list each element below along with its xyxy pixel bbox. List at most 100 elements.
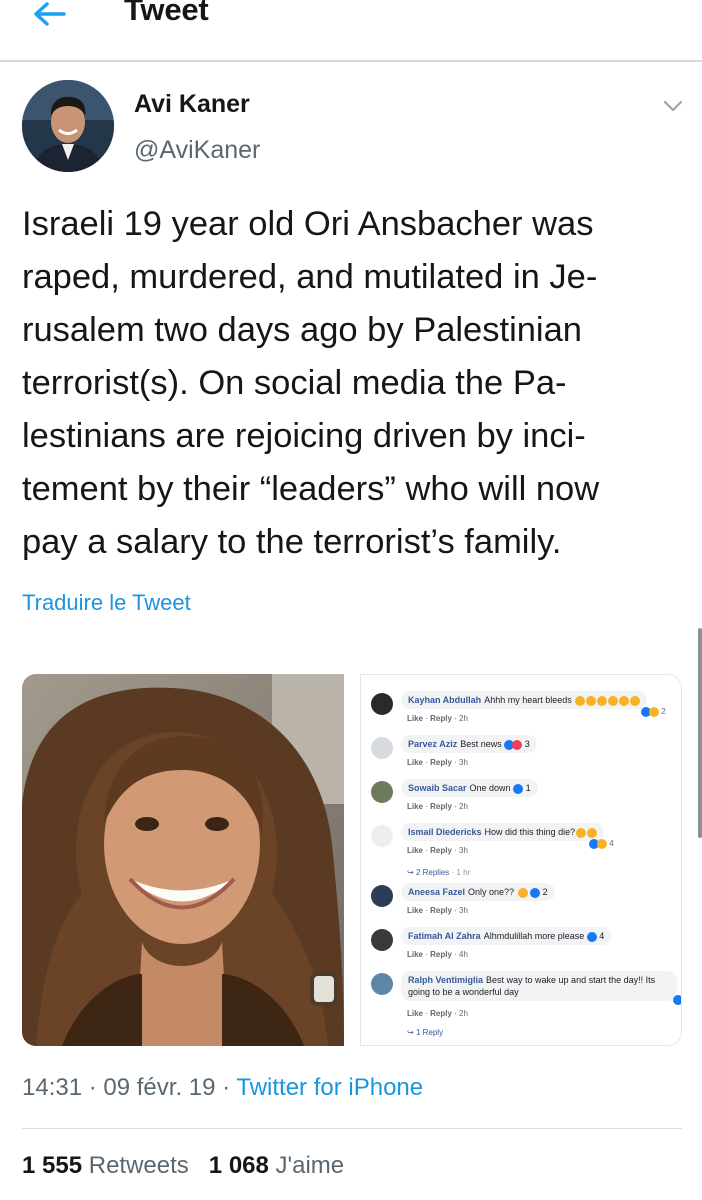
reaction-number: 4 (599, 931, 605, 941)
commenter-name: Ralph Ventimiglia (408, 975, 484, 985)
comment-meta: Like · Reply · 2h (407, 714, 468, 723)
comment-reply-link[interactable]: Reply (430, 758, 452, 767)
comment-time: 2h (459, 802, 468, 811)
tweet-line: Israeli 19 year old Ori Ansbacher was (22, 205, 594, 243)
comment-time: 3h (459, 846, 468, 855)
comment-meta: Like · Reply · 2h (407, 1009, 468, 1018)
commenter-name: Fatimah Al Zahra (408, 931, 481, 941)
comment-like-link[interactable]: Like (407, 906, 423, 915)
comment-like-link[interactable]: Like (407, 846, 423, 855)
reaction-number: 2 (542, 887, 548, 897)
portrait-image (22, 674, 344, 1046)
comment-text: Only one?? (468, 887, 515, 897)
reaction-number: 4 (609, 839, 614, 849)
commenter-name: Sowaib Sacar (408, 783, 467, 793)
scroll-indicator (698, 628, 702, 838)
tweet-stats: 1 555 Retweets 1 068 J'aime (22, 1152, 344, 1180)
tweet-client-link[interactable]: Twitter for iPhone (236, 1074, 423, 1101)
tweet-text: Israeli 19 year old Ori Ansbacher was ra… (22, 198, 694, 569)
chevron-down-icon[interactable] (662, 98, 684, 114)
commenter-avatar (371, 973, 393, 995)
retweets-stat[interactable]: 1 555 Retweets (22, 1152, 189, 1179)
likes-stat[interactable]: 1 068 J'aime (209, 1152, 344, 1179)
tweet-line: lestinians are rejoicing driven by inci- (22, 417, 586, 455)
comment-text: Best way to wake up and start the day!! … (486, 975, 656, 985)
commenter-name: Aneesa Fazel (408, 887, 466, 897)
comment-reply-link[interactable]: Reply (430, 802, 452, 811)
header-divider (0, 60, 702, 62)
comment-like-link[interactable]: Like (407, 802, 423, 811)
comment-text: One down (469, 783, 511, 793)
reaction-number: 3 (524, 739, 530, 749)
tweet-time: 14:31 (22, 1074, 83, 1101)
comment-reply-link[interactable]: Reply (430, 906, 452, 915)
top-bar: Tweet (0, 0, 702, 60)
replies-count: 2 Replies (415, 868, 450, 877)
comment-time: 3h (459, 758, 468, 767)
reaction-count (673, 995, 681, 1005)
comment-like-link[interactable]: Like (407, 1009, 423, 1018)
author-name[interactable]: Avi Kaner (134, 90, 250, 119)
comments-screenshot[interactable]: Kayhan Abdullah Ahhh my heart bleeds Like… (360, 674, 682, 1046)
tweet-media: Kayhan Abdullah Ahhh my heart bleeds Like… (22, 674, 682, 1046)
commenter-avatar (371, 737, 393, 759)
comment-reply-link[interactable]: Reply (430, 846, 452, 855)
commenter-avatar (371, 693, 393, 715)
stats-divider (22, 1128, 682, 1129)
view-replies-link[interactable]: ↪ 1 Reply (407, 1028, 443, 1037)
likes-label: J'aime (275, 1152, 345, 1179)
comment-text: How did this thing die? (484, 827, 576, 837)
tweet-date: 09 févr. 19 (103, 1074, 216, 1101)
retweets-label: Retweets (88, 1152, 189, 1179)
comment-time: 3h (459, 906, 468, 915)
comment-reply-link[interactable]: Reply (430, 950, 452, 959)
comment-meta: Like · Reply · 4h (407, 950, 468, 959)
comment-bubble: Ismail Diedericks How did this thing die? (401, 823, 605, 841)
tweet-line: rusalem two days ago by Palestinian (22, 311, 582, 349)
page-title: Tweet (124, 0, 209, 27)
commenter-name: Ismail Diedericks (408, 827, 482, 837)
comment-text: Ahhh my heart bleeds (484, 695, 572, 705)
replies-time: 1 hr (456, 868, 471, 877)
commenter-avatar (371, 929, 393, 951)
commenter-name: Kayhan Abdullah (408, 695, 482, 705)
comment-like-link[interactable]: Like (407, 758, 423, 767)
comment-bubble: Kayhan Abdullah Ahhh my heart bleeds (401, 691, 648, 709)
replies-count: 1 Reply (415, 1028, 444, 1037)
comment-time: 4h (459, 950, 468, 959)
comment-text: Best news (460, 739, 502, 749)
tweet-timestamp: 14:31 · 09 févr. 19 · Twitter for iPhone (22, 1074, 424, 1101)
comment-reply-link[interactable]: Reply (430, 1009, 452, 1018)
commenter-name: Parvez Aziz (408, 739, 458, 749)
reaction-number: 2 (661, 707, 666, 717)
comment-bubble: Ralph Ventimiglia Best way to wake up and… (401, 971, 677, 1001)
comment-bubble: Parvez Aziz Best news 3 (401, 735, 537, 753)
commenter-avatar (371, 781, 393, 803)
tweet-line: terrorist(s). On social media the Pa- (22, 364, 567, 402)
view-replies-link[interactable]: ↪ 2 Replies · 1 hr (407, 868, 470, 877)
comment-time: 2h (459, 714, 468, 723)
tweet-line: tement by their “leaders” who will now (22, 470, 600, 508)
comment-like-link[interactable]: Like (407, 950, 423, 959)
comment-meta: Like · Reply · 3h (407, 846, 468, 855)
reaction-count: 4 (589, 839, 614, 849)
comment-meta: Like · Reply · 2h (407, 802, 468, 811)
arrow-left-icon[interactable] (30, 0, 68, 32)
commenter-avatar (371, 885, 393, 907)
tweet-line: raped, murdered, and mutilated in Je- (22, 258, 598, 296)
comment-bubble: Fatimah Al Zahra Alhmdulillah more please… (401, 927, 612, 945)
author-avatar[interactable] (22, 80, 114, 172)
comment-reply-link[interactable]: Reply (430, 714, 452, 723)
commenter-avatar (371, 825, 393, 847)
comment-bubble: Aneesa Fazel Only one?? 2 (401, 883, 555, 901)
likes-count: 1 068 (208, 1152, 269, 1179)
retweets-count: 1 555 (22, 1152, 83, 1179)
comment-like-link[interactable]: Like (407, 714, 423, 723)
comment-bubble: Sowaib Sacar One down 1 (401, 779, 538, 797)
comment-time: 2h (459, 1009, 468, 1018)
comment-meta: Like · Reply · 3h (407, 906, 468, 915)
author-handle[interactable]: @AviKaner (134, 136, 260, 165)
media-photo[interactable] (22, 674, 344, 1046)
translate-tweet-link[interactable]: Traduire le Tweet (22, 590, 191, 616)
comment-text-cont: going to be a wonderful day (408, 987, 519, 997)
